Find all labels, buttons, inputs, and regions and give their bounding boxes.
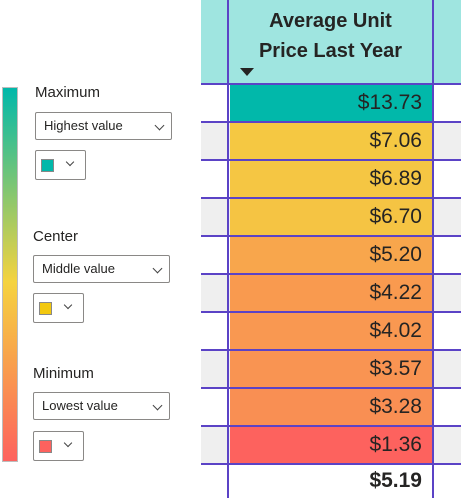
row-divider: [201, 235, 461, 237]
maximum-dropdown[interactable]: Highest value: [35, 112, 172, 140]
minimum-dropdown[interactable]: Lowest value: [33, 392, 170, 420]
chevron-down-icon: [63, 300, 73, 310]
maximum-color-picker[interactable]: [35, 150, 86, 180]
row-divider: [201, 387, 461, 389]
table-cell-value[interactable]: $13.73: [230, 85, 433, 121]
color-swatch-icon: [39, 440, 52, 453]
row-divider: [201, 83, 461, 85]
center-color-picker[interactable]: [33, 293, 84, 323]
table-cell-value[interactable]: $6.89: [230, 161, 433, 197]
table-cell-value[interactable]: $1.36: [230, 427, 433, 463]
color-gradient-bar: [2, 87, 18, 462]
table-cell-value[interactable]: $7.06: [230, 123, 433, 159]
color-swatch-icon: [41, 159, 54, 172]
maximum-dropdown-value: Highest value: [44, 118, 123, 133]
center-dropdown-value: Middle value: [42, 261, 115, 276]
total-value: $5.19: [369, 469, 422, 492]
chevron-down-icon: [63, 438, 73, 448]
row-divider: [201, 425, 461, 427]
table-cell-value[interactable]: $4.02: [230, 313, 433, 349]
table-cell-value[interactable]: $4.22: [230, 275, 433, 311]
center-dropdown[interactable]: Middle value: [33, 255, 170, 283]
minimum-label: Minimum: [33, 365, 94, 382]
table-cell-value[interactable]: $3.28: [230, 389, 433, 425]
column-border-left: [227, 0, 229, 498]
center-label: Center: [33, 228, 79, 245]
row-divider: [201, 197, 461, 199]
minimum-color-picker[interactable]: [33, 431, 84, 461]
table-cell-value[interactable]: $3.57: [230, 351, 433, 387]
chevron-down-icon: [152, 263, 163, 274]
row-divider: [201, 121, 461, 123]
table-cell-value[interactable]: $6.70: [230, 199, 433, 235]
chevron-down-icon: [65, 157, 75, 167]
minimum-dropdown-value: Lowest value: [42, 398, 118, 413]
maximum-label: Maximum: [35, 84, 101, 101]
row-divider: [201, 273, 461, 275]
sort-descending-icon[interactable]: [240, 68, 254, 76]
column-border-right: [432, 0, 434, 498]
row-divider: [201, 159, 461, 161]
chevron-down-icon: [152, 400, 163, 411]
column-header[interactable]: Average Unit Price Last Year: [228, 6, 433, 66]
row-divider: [201, 349, 461, 351]
chevron-down-icon: [154, 120, 165, 131]
row-divider: [201, 311, 461, 313]
table-cell-value[interactable]: $5.20: [230, 237, 433, 273]
color-swatch-icon: [39, 302, 52, 315]
